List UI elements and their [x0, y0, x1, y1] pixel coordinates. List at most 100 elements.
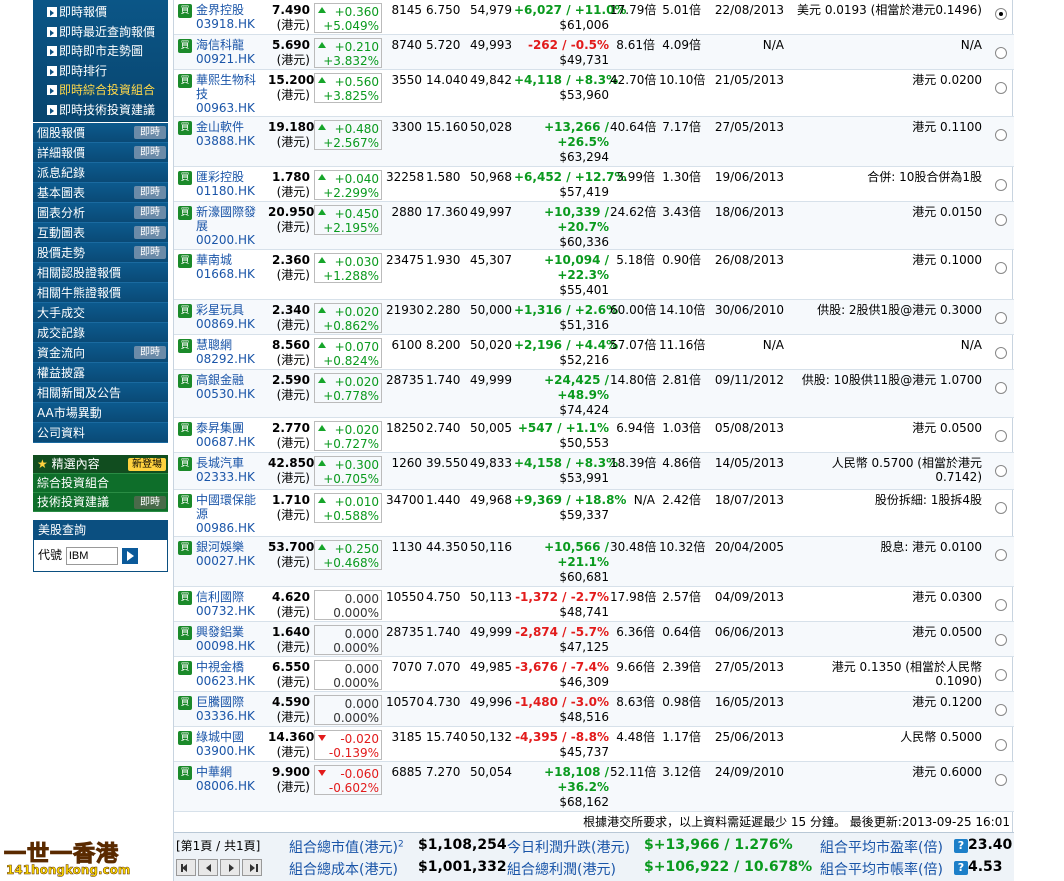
stock-name[interactable]: 興發鋁業 00098.HK: [196, 625, 264, 653]
sidebar-menu-item[interactable]: 公司資料: [33, 423, 168, 443]
sidebar-menu-item[interactable]: 相關新聞及公告: [33, 383, 168, 403]
buy-button[interactable]: 買: [178, 39, 192, 53]
row-select-radio[interactable]: [995, 347, 1007, 359]
realtime-submenu-item[interactable]: 即時即市走勢圖: [33, 42, 168, 62]
prev-page-icon[interactable]: [198, 859, 218, 876]
last-page-icon[interactable]: [242, 859, 262, 876]
stock-name[interactable]: 彩星玩具 00869.HK: [196, 303, 264, 331]
buy-button[interactable]: 買: [178, 626, 192, 640]
buy-button[interactable]: 買: [178, 304, 192, 318]
help-icon[interactable]: ?: [954, 839, 968, 853]
buy-button[interactable]: 買: [178, 591, 192, 605]
sidebar-menu-item[interactable]: 基本圖表 即時: [33, 183, 168, 203]
sidebar-menu-item[interactable]: 相關認股證報價: [33, 263, 168, 283]
buy-button[interactable]: 買: [178, 121, 192, 135]
sidebar-menu-item[interactable]: 圖表分析 即時: [33, 203, 168, 223]
row-select-radio[interactable]: [995, 214, 1007, 226]
stock-name[interactable]: 華南城 01668.HK: [196, 253, 264, 281]
sidebar-menu-item[interactable]: 個股報價 即時: [33, 123, 168, 143]
buy-button[interactable]: 買: [178, 422, 192, 436]
stock-name[interactable]: 慧聰網 08292.HK: [196, 338, 264, 366]
row-select-radio[interactable]: [995, 704, 1007, 716]
buy-button[interactable]: 買: [178, 696, 192, 710]
row-select-radio[interactable]: [995, 179, 1007, 191]
stock-name[interactable]: 銀河娛樂 00027.HK: [196, 540, 264, 568]
realtime-submenu-item[interactable]: 即時綜合投資組合: [33, 81, 168, 101]
stock-name[interactable]: 中視金橋 00623.HK: [196, 660, 264, 688]
row-select-radio[interactable]: [995, 47, 1007, 59]
row-select-radio[interactable]: [995, 774, 1007, 786]
row-select-radio[interactable]: [995, 634, 1007, 646]
buy-button[interactable]: 買: [178, 171, 192, 185]
realtime-submenu-item[interactable]: 即時技術投資建議: [33, 101, 168, 121]
stock-price: 15.200: [268, 73, 315, 87]
currency-unit: (港元): [276, 471, 310, 485]
currency-unit: (港元): [276, 555, 310, 569]
stock-name[interactable]: 信利國際 00732.HK: [196, 590, 264, 618]
realtime-submenu-item[interactable]: 即時最近查詢報價: [33, 23, 168, 43]
buy-button[interactable]: 買: [178, 206, 192, 220]
row-select-radio[interactable]: [995, 739, 1007, 751]
next-page-icon[interactable]: [220, 859, 240, 876]
us-code-input[interactable]: [65, 547, 118, 565]
sidebar-menu-item[interactable]: 互動圖表 即時: [33, 223, 168, 243]
row-select-radio[interactable]: [995, 262, 1007, 274]
buy-button[interactable]: 買: [178, 4, 192, 18]
buy-button[interactable]: 買: [178, 339, 192, 353]
row-select-radio[interactable]: [995, 430, 1007, 442]
first-page-icon[interactable]: [176, 859, 196, 876]
row-select-radio[interactable]: [995, 669, 1007, 681]
realtime-submenu-item[interactable]: 即時排行: [33, 62, 168, 82]
realtime-badge: 即時: [134, 186, 166, 199]
row-select-radio[interactable]: [995, 312, 1007, 324]
sidebar-menu-item[interactable]: 相關牛熊證報價: [33, 283, 168, 303]
stock-name[interactable]: 海信科龍 00921.HK: [196, 38, 264, 66]
sidebar-menu-item[interactable]: 派息紀錄: [33, 163, 168, 183]
stock-name[interactable]: 金界控股 03918.HK: [196, 3, 264, 31]
change-box: +0.480 +2.567%: [314, 120, 382, 150]
stock-name[interactable]: 中華網 08006.HK: [196, 765, 264, 793]
featured-item[interactable]: 綜合投資組合: [33, 474, 168, 493]
row-select-radio[interactable]: [995, 82, 1007, 94]
buy-button[interactable]: 買: [178, 731, 192, 745]
stock-price: 7.490: [272, 3, 310, 17]
stock-name[interactable]: 巨騰國際 03336.HK: [196, 695, 264, 723]
row-select-radio[interactable]: [995, 502, 1007, 514]
sidebar-menu-item[interactable]: 詳細報價 即時: [33, 143, 168, 163]
featured-item[interactable]: 技術投資建議 即時: [33, 493, 168, 512]
sidebar-menu-item[interactable]: 資金流向 即時: [33, 343, 168, 363]
row-select-radio[interactable]: [995, 8, 1007, 20]
stock-name[interactable]: 高銀金融 00530.HK: [196, 373, 264, 401]
realtime-submenu-item[interactable]: 即時報價: [33, 3, 168, 23]
row-select-radio[interactable]: [995, 382, 1007, 394]
buy-button[interactable]: 買: [178, 494, 192, 508]
help-icon[interactable]: ?: [954, 861, 968, 875]
cost-price: 15.740: [426, 730, 468, 744]
stock-name[interactable]: 金山軟件 03888.HK: [196, 120, 264, 148]
sidebar-menu-item[interactable]: 權益披露: [33, 363, 168, 383]
submenu-label: 即時報價: [59, 5, 108, 19]
row-select-radio[interactable]: [995, 129, 1007, 141]
stock-name[interactable]: 匯彩控股 01180.HK: [196, 170, 264, 198]
row-select-radio[interactable]: [995, 549, 1007, 561]
row-select-radio[interactable]: [995, 465, 1007, 477]
stock-name[interactable]: 中國環保能源 00986.HK: [196, 493, 264, 535]
stock-name[interactable]: 長城汽車 02333.HK: [196, 456, 264, 484]
stock-name[interactable]: 華熙生物科技 00963.HK: [196, 73, 264, 115]
row-select-radio[interactable]: [995, 599, 1007, 611]
buy-button[interactable]: 買: [178, 457, 192, 471]
sidebar-menu-item[interactable]: 大手成交: [33, 303, 168, 323]
stock-name[interactable]: 新濠國際發展 00200.HK: [196, 205, 264, 247]
sidebar-menu-item[interactable]: 股價走勢 即時: [33, 243, 168, 263]
sidebar-menu-item[interactable]: 成交記錄: [33, 323, 168, 343]
buy-button[interactable]: 買: [178, 74, 192, 88]
stock-name[interactable]: 泰昇集團 00687.HK: [196, 421, 264, 449]
buy-button[interactable]: 買: [178, 766, 192, 780]
buy-button[interactable]: 買: [178, 541, 192, 555]
stock-name[interactable]: 綠城中國 03900.HK: [196, 730, 264, 758]
buy-button[interactable]: 買: [178, 661, 192, 675]
buy-button[interactable]: 買: [178, 374, 192, 388]
buy-button[interactable]: 買: [178, 254, 192, 268]
sidebar-menu-item[interactable]: AA市場異動: [33, 403, 168, 423]
go-arrow-button[interactable]: [121, 547, 138, 564]
